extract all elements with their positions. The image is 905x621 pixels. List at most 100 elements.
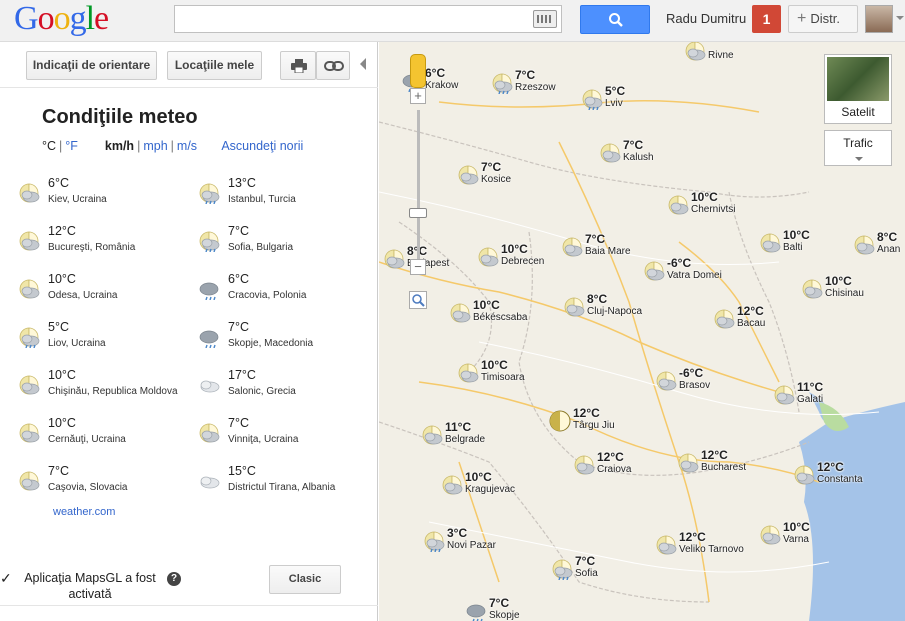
weather-list-item[interactable]: 7°C Skopje, Macedonia — [198, 320, 368, 356]
partly-cloudy-icon — [18, 230, 40, 251]
user-name-link[interactable]: Radu Dumitru — [666, 11, 746, 26]
pegman-icon[interactable] — [410, 54, 426, 88]
zoom-slider-thumb[interactable] — [409, 208, 427, 218]
weather-list-item[interactable]: 10°C Cernăuţi, Ucraina — [18, 416, 193, 452]
partly-cloudy-icon — [449, 302, 471, 324]
rain-icon — [465, 600, 487, 621]
partly-cloudy-icon — [573, 454, 595, 476]
weather-source-link[interactable]: weather.com — [53, 506, 115, 518]
marker-city: Lviv — [605, 98, 623, 109]
search-button[interactable] — [580, 5, 650, 34]
panel-toolbar: Indicaţii de orientare Locaţiile mele — [0, 42, 378, 88]
logo-letter: o — [53, 0, 71, 37]
partly-cloudy-icon — [18, 374, 40, 395]
marker-temp: 10°C — [481, 358, 508, 372]
marker-city: Craiova — [597, 464, 632, 475]
weather-list-item[interactable]: 17°C Salonic, Grecia — [198, 368, 368, 404]
weather-list-item[interactable]: 6°C Cracovia, Polonia — [198, 272, 368, 308]
marker-city: Bacau — [737, 318, 766, 329]
marker-city: Krakow — [425, 80, 459, 91]
weather-list-item[interactable]: 12°C Bucureşti, România — [18, 224, 193, 260]
search-box[interactable] — [174, 5, 562, 33]
unit-fahrenheit[interactable]: °F — [65, 139, 78, 153]
weather-temp: 7°C — [228, 416, 249, 430]
partly-cloudy-icon — [477, 246, 499, 268]
zoom-out-button[interactable]: − — [410, 259, 426, 275]
marker-city: Belgrade — [445, 434, 486, 445]
chevron-down-icon[interactable] — [896, 16, 904, 20]
marker-temp: 11°C — [445, 420, 472, 434]
partly-cloudy-icon — [655, 370, 677, 392]
my-places-button[interactable]: Locaţiile mele — [167, 51, 262, 80]
collapse-panel-icon[interactable] — [360, 58, 366, 70]
partly-cloudy-icon — [198, 422, 220, 443]
search-input[interactable] — [175, 6, 525, 32]
weather-city: Istanbul, Turcia — [228, 194, 296, 205]
unit-celsius[interactable]: °C — [42, 139, 56, 153]
hide-clouds-link[interactable]: Ascundeţi norii — [221, 139, 303, 153]
marker-city: Vatra Domei — [667, 270, 722, 281]
notification-badge[interactable]: 1 — [752, 5, 781, 33]
zoom-slider[interactable] — [417, 110, 420, 260]
link-button[interactable] — [316, 51, 350, 80]
unit-kmh[interactable]: km/h — [105, 139, 134, 153]
marker-city: Sofia — [575, 568, 598, 579]
help-icon[interactable]: ? — [167, 572, 181, 586]
zoom-in-button[interactable]: + — [410, 88, 426, 104]
chevron-down-icon[interactable] — [855, 157, 863, 161]
weather-list-item[interactable]: 6°C Kiev, Ucraina — [18, 176, 193, 212]
partly-cloudy-icon — [853, 234, 875, 256]
weather-temp: 7°C — [228, 224, 249, 238]
partly-cloudy-icon — [643, 260, 665, 282]
satellite-thumbnail — [827, 57, 889, 101]
weather-temp: 10°C — [48, 368, 76, 382]
partly-cloudy-icon — [457, 164, 479, 186]
print-button[interactable] — [280, 51, 316, 80]
marker-temp: 7°C — [575, 554, 596, 568]
marker-temp: 10°C — [465, 470, 492, 484]
sun-rain-icon — [198, 182, 220, 205]
link-icon — [324, 61, 344, 71]
weather-list-item[interactable]: 5°C Liov, Ucraina — [18, 320, 193, 356]
directions-button[interactable]: Indicaţii de orientare — [26, 51, 157, 80]
half-moon-icon — [549, 410, 571, 432]
weather-city: Skopje, Macedonia — [228, 338, 314, 349]
weather-city: Bucureşti, România — [48, 242, 136, 253]
partly-cloudy-icon — [801, 278, 823, 300]
keyboard-icon[interactable] — [533, 10, 557, 28]
weather-list-item[interactable]: 7°C Sofia, Bulgaria — [198, 224, 368, 260]
unit-mph[interactable]: mph — [143, 139, 167, 153]
share-button[interactable]: + Distr. — [788, 5, 858, 33]
marker-temp: 10°C — [783, 228, 810, 242]
weather-list-item[interactable]: 13°C Istanbul, Turcia — [198, 176, 368, 212]
marker-city: Brasov — [679, 380, 711, 391]
avatar[interactable] — [865, 5, 893, 33]
weather-list-item[interactable]: 7°C Caşovia, Slovacia — [18, 464, 193, 500]
marker-city: Veliko Tarnovo — [679, 544, 744, 555]
check-icon: ✓ — [0, 570, 12, 586]
weather-list-item[interactable]: 10°C Chişinău, Republica Moldova — [18, 368, 193, 404]
weather-list-item[interactable]: 10°C Odesa, Ucraina — [18, 272, 193, 308]
traffic-toggle[interactable]: Trafic — [824, 130, 892, 166]
unit-ms[interactable]: m/s — [177, 139, 197, 153]
partly-cloudy-icon — [667, 194, 689, 216]
satellite-toggle[interactable]: Satelit — [824, 54, 892, 124]
sun-rain-icon — [581, 88, 603, 111]
marker-city: Bucharest — [701, 462, 747, 473]
marker-city: Cluj-Napoca — [587, 306, 643, 317]
traffic-label: Trafic — [843, 136, 873, 150]
side-panel: Indicaţii de orientare Locaţiile mele Co… — [0, 42, 378, 621]
marker-city: Rzeszow — [515, 82, 556, 93]
marker-temp: 10°C — [825, 274, 852, 288]
weather-list-item[interactable]: 7°C Vinniţa, Ucraina — [198, 416, 368, 452]
classic-button[interactable]: Clasic — [269, 565, 341, 594]
map-canvas[interactable]: Rivne 6°C Krakow 7°C Rzeszow 5°C Lviv 7°C Kalush… — [379, 42, 905, 621]
marker-city: Târgu Jiu — [573, 420, 615, 431]
weather-temp: 6°C — [48, 176, 69, 190]
magnifier-icon[interactable] — [409, 291, 427, 309]
marker-temp: -6°C — [667, 256, 692, 270]
marker-city: Kalush — [623, 152, 654, 163]
partly-cloudy-icon — [759, 232, 781, 254]
google-logo[interactable]: Google — [14, 0, 109, 37]
weather-list-item[interactable]: 15°C Districtul Tirana, Albania — [198, 464, 368, 500]
